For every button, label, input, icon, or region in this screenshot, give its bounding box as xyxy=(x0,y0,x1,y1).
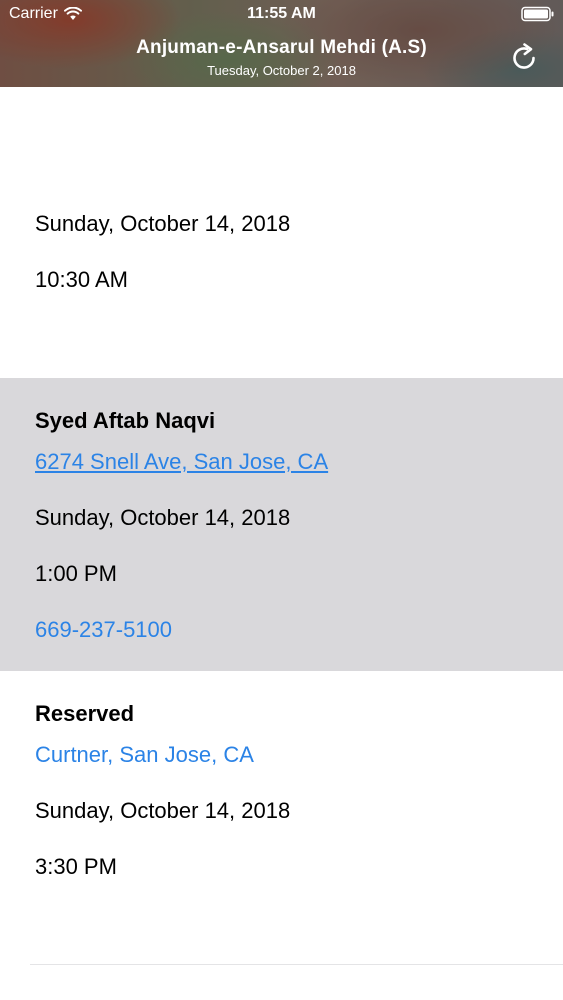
list-item[interactable]: Reserved Curtner, San Jose, CA Sunday, O… xyxy=(0,671,563,964)
address-link[interactable]: Curtner, San Jose, CA xyxy=(35,742,254,768)
list-item[interactable]: Sunday, October 14, 2018 10:30 AM xyxy=(0,87,563,378)
phone-link[interactable]: 669-237-5100 xyxy=(35,617,172,643)
event-time: 1:00 PM xyxy=(35,561,117,586)
event-date: Sunday, October 14, 2018 xyxy=(35,211,291,236)
row-separator xyxy=(30,964,563,965)
page-title: Anjuman-e-Ansarul Mehdi (A.S) xyxy=(136,37,427,58)
navigation-header: Carrier 11:55 AM Anjuman-e-Ansarul Mehdi… xyxy=(0,0,563,87)
event-time: 10:30 AM xyxy=(35,267,128,292)
page-subtitle-date: Tuesday, October 2, 2018 xyxy=(207,63,356,78)
event-time: 3:30 PM xyxy=(35,854,117,879)
host-name: Reserved xyxy=(35,701,135,726)
schedule-list: Sunday, October 14, 2018 10:30 AM Syed A… xyxy=(0,87,563,1000)
status-bar: Carrier 11:55 AM xyxy=(0,0,563,28)
list-item-selected[interactable]: Syed Aftab Naqvi 6274 Snell Ave, San Jos… xyxy=(0,378,563,671)
refresh-icon[interactable] xyxy=(508,42,540,74)
app-screen: Carrier 11:55 AM Anjuman-e-Ansarul Mehdi… xyxy=(0,0,563,1000)
status-time: 11:55 AM xyxy=(247,5,316,22)
host-name: Syed Aftab Naqvi xyxy=(35,408,216,433)
event-date: Sunday, October 14, 2018 xyxy=(35,505,291,530)
address-link[interactable]: 6274 Snell Ave, San Jose, CA xyxy=(35,449,328,475)
event-date: Sunday, October 14, 2018 xyxy=(35,798,291,823)
battery-icon xyxy=(521,6,554,22)
